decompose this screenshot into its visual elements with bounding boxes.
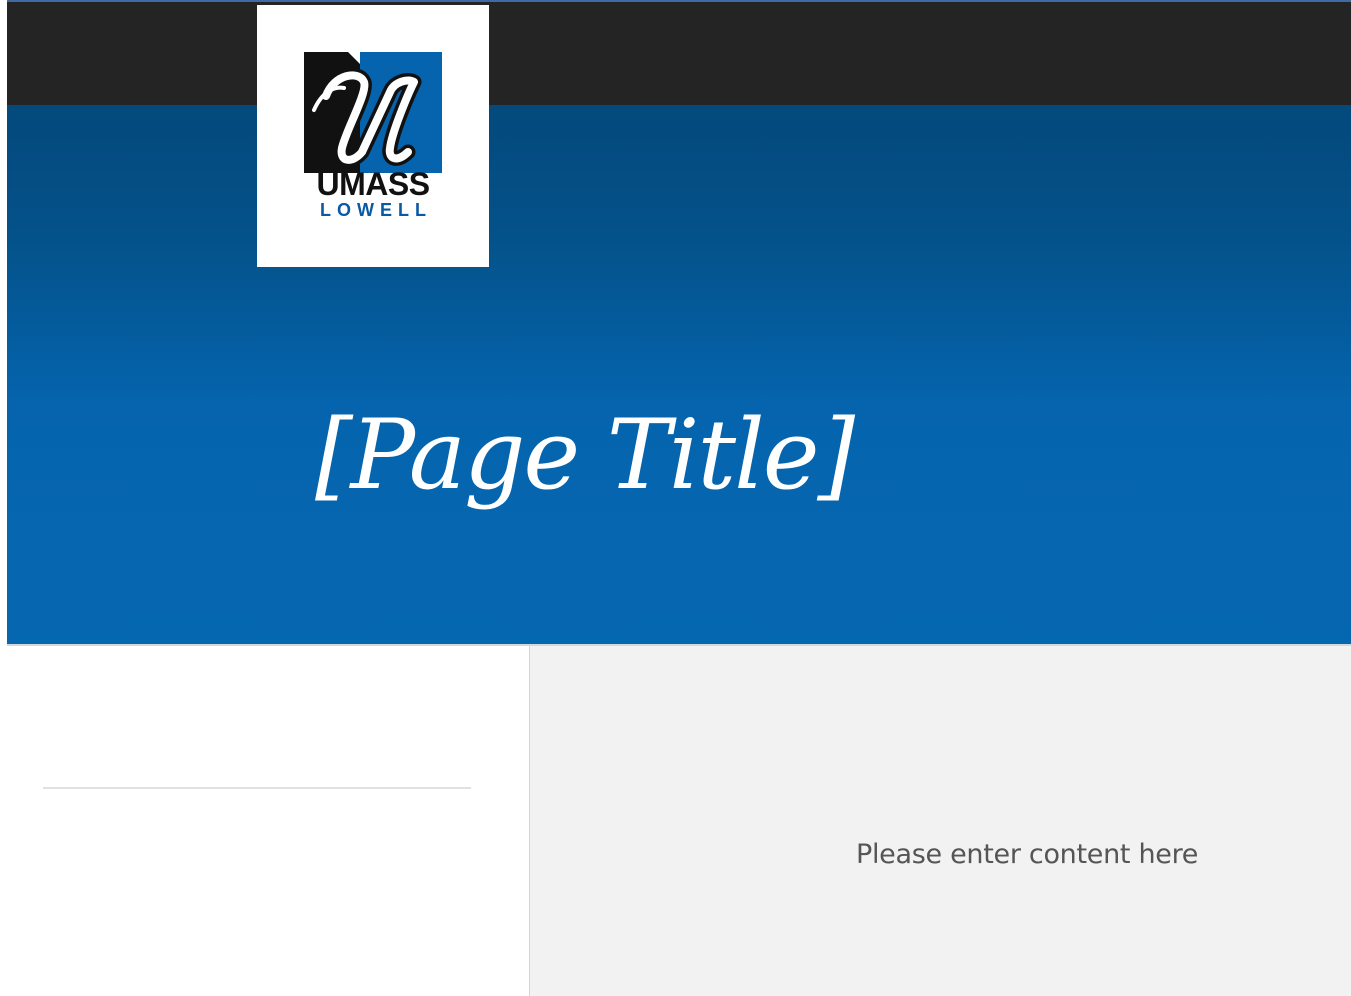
left-sidebar bbox=[7, 646, 529, 996]
logo-wordmark-lowell: LOWELL bbox=[320, 200, 432, 220]
top-bar bbox=[7, 2, 1351, 105]
logo-wordmark-umass: UMASS bbox=[316, 166, 430, 202]
main-content-panel: Please enter content here bbox=[530, 646, 1351, 996]
page: UMASS LOWELL [Page Title] Please enter c… bbox=[0, 0, 1351, 996]
page-title: [Page Title] bbox=[315, 399, 855, 511]
content-placeholder-text: Please enter content here bbox=[856, 839, 1199, 870]
sidebar-divider bbox=[43, 787, 471, 789]
hero-banner bbox=[7, 105, 1351, 645]
umass-lowell-logo-mark-icon bbox=[304, 52, 442, 173]
umass-lowell-logo[interactable]: UMASS LOWELL bbox=[257, 5, 489, 267]
